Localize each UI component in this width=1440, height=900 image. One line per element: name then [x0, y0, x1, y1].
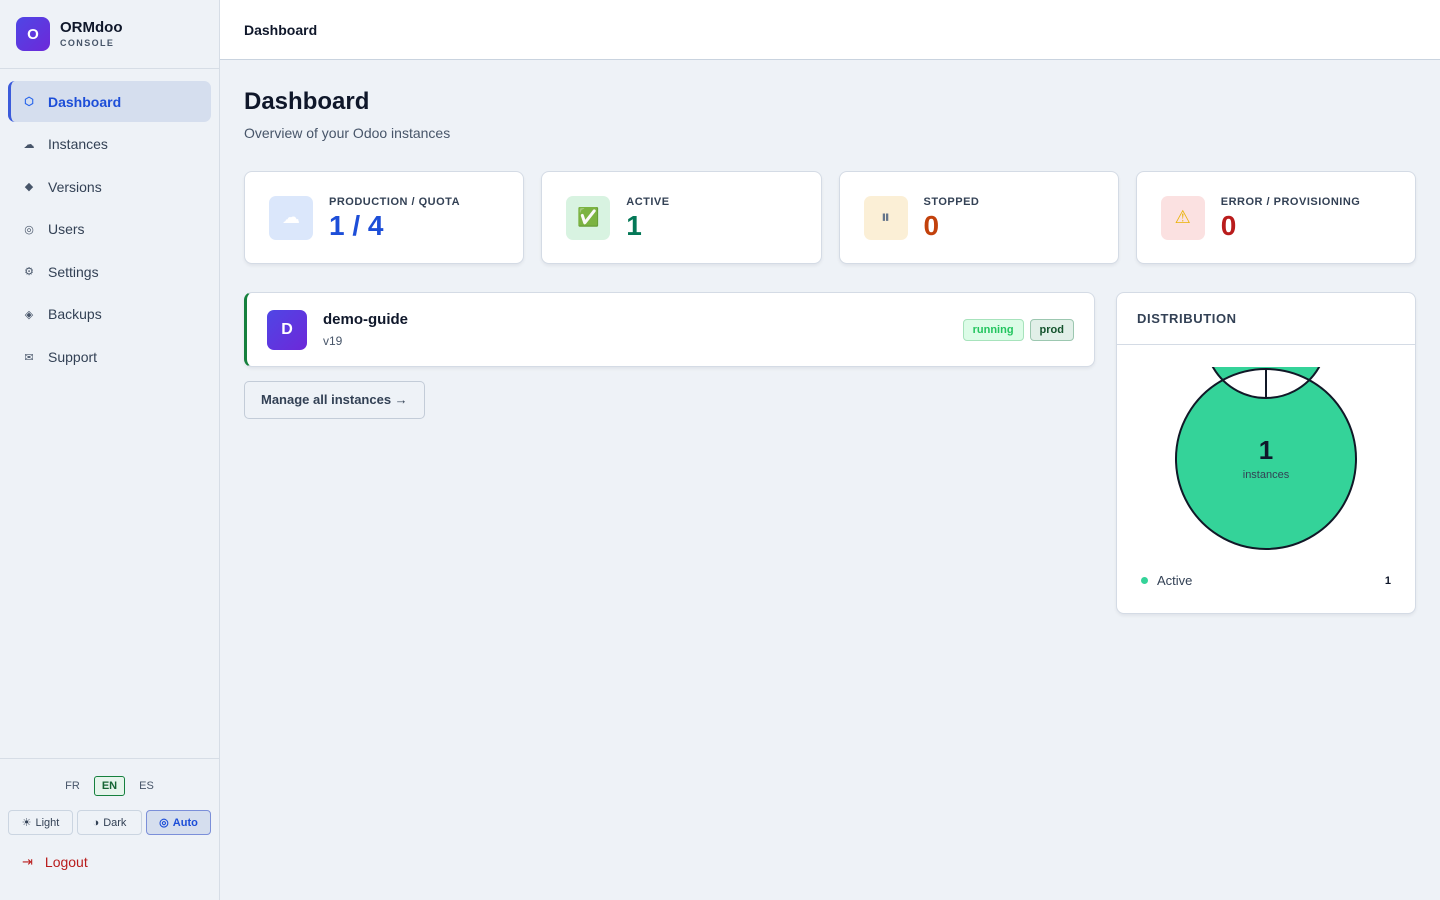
gear-icon: ⚙ — [24, 266, 34, 279]
instance-name: demo-guide — [323, 311, 408, 328]
stat-label: PRODUCTION / QUOTA — [329, 195, 461, 208]
donut-chart: 1 instances — [1174, 275, 1358, 551]
brand-name: ORMdoo — [60, 19, 123, 36]
brand-subtitle: CONSOLE — [60, 38, 115, 48]
sidebar-item-backups[interactable]: ◈ Backups — [8, 294, 211, 335]
distribution-title: DISTRIBUTION — [1117, 293, 1415, 345]
status-badge: running — [962, 318, 1024, 341]
stat-card: ⚠ ERROR / PROVISIONING 0 — [1135, 171, 1416, 264]
sidebar-nav: ⬡ Dashboard ☁ Instances ◆ Versions ◎ Users ⚙ Sett… — [0, 69, 219, 378]
backup-icon: ◈ — [24, 308, 34, 321]
stat-body: STOPPED 0 — [924, 196, 980, 240]
donut-unit: instances — [1242, 469, 1290, 481]
theme-label: Dark — [103, 816, 127, 829]
sidebar-item-label: Instances — [48, 136, 108, 153]
warning-icon: ⚠ — [1160, 195, 1205, 240]
pause-icon: ⏸ — [863, 195, 908, 240]
sidebar: O ORMdoo CONSOLE ⬡ Dashboard ☁ Instances ◆ Ve… — [0, 0, 220, 900]
sidebar-item-label: Settings — [48, 263, 99, 280]
theme-auto-button[interactable]: ◎ Auto — [146, 810, 211, 835]
topbar-title: Dashboard — [244, 21, 318, 38]
check-icon: ✅ — [566, 195, 611, 240]
instance-version: v19 — [323, 334, 343, 348]
top-bar: Dashboard — [220, 0, 1440, 60]
sidebar-item-dashboard[interactable]: ⬡ Dashboard — [8, 81, 211, 122]
sidebar-item-label: Users — [48, 221, 85, 238]
sidebar-item-label: Support — [48, 349, 98, 366]
stat-card: ✅ ACTIVE 1 — [541, 171, 822, 264]
stat-card: ☁ PRODUCTION / QUOTA 1 / 4 — [244, 171, 525, 264]
brand[interactable]: O ORMdoo CONSOLE — [0, 0, 219, 69]
instance-card[interactable]: D demo-guide v19 running prod — [244, 292, 1095, 367]
lang-option-es[interactable]: ES — [131, 776, 162, 796]
sidebar-item-users[interactable]: ◎ Users — [8, 209, 211, 250]
stat-label: ACTIVE — [626, 195, 670, 208]
cloud-icon: ☁ — [23, 138, 35, 151]
page-title: Dashboard — [244, 88, 370, 115]
chart-legend: Active 1 — [1117, 573, 1415, 588]
env-badge: prod — [1029, 318, 1074, 341]
mail-icon: ✉ — [24, 351, 34, 364]
stat-cards: ☁ PRODUCTION / QUOTA 1 / 4 ✅ ACTIVE 1 ⏸ STOPPED… — [244, 171, 1416, 264]
stat-value: 1 — [626, 209, 642, 241]
sidebar-item-label: Dashboard — [48, 93, 122, 110]
theme-auto-icon: ◎ — [159, 817, 169, 829]
stat-label: ERROR / PROVISIONING — [1220, 195, 1361, 208]
theme-dark-button[interactable]: ◑ Dark — [77, 810, 142, 835]
stat-value: 1 / 4 — [329, 209, 384, 241]
instance-avatar: D — [267, 309, 307, 350]
user-circle-icon: ◎ — [24, 223, 34, 236]
sidebar-item-versions[interactable]: ◆ Versions — [8, 166, 211, 207]
stat-value: 0 — [1220, 209, 1237, 241]
theme-light-button[interactable]: ☀ Light — [8, 810, 73, 835]
legend-dot — [1141, 577, 1148, 584]
distribution-card: DISTRIBUTION 1 instances Active 1 — [1116, 275, 1416, 614]
sidebar-item-settings[interactable]: ⚙ Settings — [8, 251, 211, 292]
legend-item: Active 1 — [1117, 573, 1415, 588]
theme-label: Auto — [172, 816, 198, 829]
stat-value: 0 — [923, 209, 940, 241]
main-content: Dashboard Overview of your Odoo instance… — [244, 60, 1416, 614]
sidebar-item-instances[interactable]: ☁ Instances — [8, 124, 211, 165]
manage-instances-button[interactable]: Manage all instances → — [244, 381, 425, 419]
sidebar-footer: FR EN ES ☀ Light ◑ Dark ◎ Auto ⇥ Logout — [0, 758, 219, 900]
hexagon-icon: ⬡ — [24, 96, 34, 108]
donut-total: 1 — [1258, 435, 1274, 465]
stat-body: ERROR / PROVISIONING 0 — [1221, 196, 1361, 240]
sidebar-item-label: Backups — [48, 306, 102, 323]
logout-button[interactable]: ⇥ Logout — [0, 854, 219, 870]
language-switcher: FR EN ES — [0, 776, 219, 796]
theme-switcher: ☀ Light ◑ Dark ◎ Auto — [0, 810, 219, 835]
stat-body: ACTIVE 1 — [626, 196, 669, 240]
brand-logo: O — [16, 17, 50, 51]
logout-label: Logout — [44, 854, 88, 870]
lang-option-en[interactable]: EN — [93, 776, 126, 796]
legend-value: 1 — [1384, 574, 1391, 587]
logout-icon: ⇥ — [22, 854, 33, 869]
diamond-icon: ◆ — [24, 181, 34, 194]
sidebar-item-support[interactable]: ✉ Support — [8, 337, 211, 378]
theme-dark-icon: ◑ — [92, 816, 100, 829]
cloud-icon: ☁ — [269, 195, 313, 240]
theme-light-icon: ☀ — [21, 817, 32, 829]
page-subtitle: Overview of your Odoo instances — [244, 125, 451, 141]
stat-body: PRODUCTION / QUOTA 1 / 4 — [329, 196, 460, 240]
legend-label: Active — [1157, 573, 1193, 588]
sidebar-item-label: Versions — [48, 178, 102, 195]
lang-option-fr[interactable]: FR — [57, 776, 88, 796]
stat-card: ⏸ STOPPED 0 — [838, 171, 1119, 264]
theme-label: Light — [35, 816, 60, 829]
stat-label: STOPPED — [923, 195, 980, 208]
